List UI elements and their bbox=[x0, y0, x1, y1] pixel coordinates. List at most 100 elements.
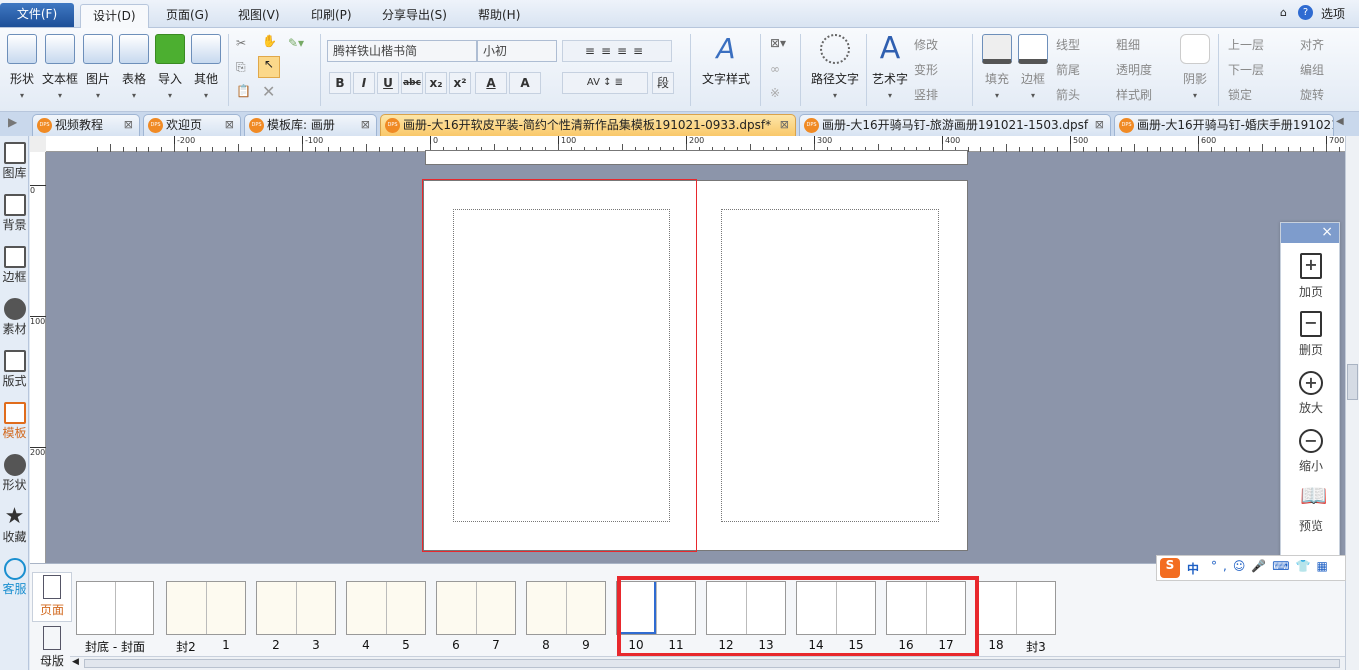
transform-button[interactable]: 变形 bbox=[914, 61, 938, 78]
vertical-ruler[interactable]: 0 100 200 bbox=[30, 152, 46, 563]
underline-button[interactable]: U bbox=[377, 72, 399, 94]
sidebar-item-customer-service[interactable]: 客服 bbox=[0, 558, 29, 597]
sidebar-item-background[interactable]: 背景 bbox=[0, 194, 29, 233]
modify-button[interactable]: 修改 bbox=[914, 36, 938, 53]
select-tool-icon[interactable]: ↖ bbox=[258, 56, 280, 78]
close-icon[interactable]: ⊠ bbox=[225, 115, 234, 135]
tab-active-document[interactable]: DPS 画册-大16开软皮平装-简约个性清新作品集模板191021-0933.dp… bbox=[380, 114, 796, 136]
other-button[interactable]: 其他 ▾ bbox=[190, 34, 222, 100]
canvas[interactable] bbox=[46, 150, 1345, 563]
sidebar-item-border[interactable]: 边框 bbox=[0, 246, 29, 285]
delete-icon[interactable]: ✕ bbox=[262, 82, 275, 101]
menu-share-export[interactable]: 分享导出(S) bbox=[370, 4, 459, 28]
menu-view[interactable]: 视图(V) bbox=[226, 4, 292, 28]
fill-button[interactable]: 填充 ▾ bbox=[980, 34, 1014, 100]
menu-page[interactable]: 页面(G) bbox=[154, 4, 221, 28]
transparency-button[interactable]: 透明度 bbox=[1116, 61, 1152, 78]
paste-icon[interactable]: 📋 bbox=[236, 84, 251, 98]
table-button[interactable]: 表格 ▾ bbox=[118, 34, 150, 100]
send-backward-button[interactable]: 下一层 bbox=[1228, 61, 1264, 78]
panel-close-button[interactable]: × bbox=[1281, 223, 1339, 243]
arrow-head-button[interactable]: 箭头 bbox=[1056, 86, 1080, 103]
thumbnail-spread[interactable] bbox=[346, 581, 426, 635]
cut-icon[interactable]: ✂ bbox=[236, 36, 246, 50]
close-icon[interactable]: ⊠ bbox=[124, 115, 133, 135]
tab-pages[interactable]: 页面 bbox=[32, 572, 72, 622]
thumbnail-spread[interactable] bbox=[526, 581, 606, 635]
arrow-tail-button[interactable]: 箭尾 bbox=[1056, 61, 1080, 78]
options-button[interactable]: 选项 bbox=[1321, 5, 1345, 22]
panel-toggle-icon[interactable]: ▶ bbox=[8, 115, 17, 129]
sidebar-item-favorites[interactable]: ★ 收藏 bbox=[0, 506, 29, 545]
thumbnail-spread[interactable] bbox=[76, 581, 154, 635]
bold-button[interactable]: B bbox=[329, 72, 351, 94]
tab-travel-brochure[interactable]: DPS 画册-大16开骑马钉-旅游画册191021-1503.dpsf ⊠ bbox=[799, 114, 1111, 136]
vertical-scrollbar[interactable] bbox=[1345, 136, 1359, 670]
unlink-icon[interactable]: ※ bbox=[770, 86, 780, 100]
sidebar-item-material[interactable]: 素材 bbox=[0, 298, 29, 337]
spacing-buttons[interactable]: AV ↕ ≣ bbox=[562, 72, 648, 94]
highlight-button[interactable]: A bbox=[509, 72, 541, 94]
image-button[interactable]: 图片 ▾ bbox=[82, 34, 114, 100]
shadow-button[interactable]: 阴影 ▾ bbox=[1178, 34, 1212, 100]
textbox-button[interactable]: 文本框 ▾ bbox=[42, 34, 78, 100]
format-painter-icon[interactable]: ✎▾ bbox=[288, 36, 304, 50]
superscript-button[interactable]: x² bbox=[449, 72, 471, 94]
tab-template-library[interactable]: DPS 模板库: 画册 ⊠ bbox=[244, 114, 377, 136]
italic-button[interactable]: I bbox=[353, 72, 375, 94]
ime-toolbar[interactable]: S 中 °,☺🎤⌨👕▦ bbox=[1156, 555, 1346, 581]
scroll-thumb[interactable] bbox=[84, 659, 1340, 668]
delete-page-button[interactable]: − 删页 bbox=[1281, 311, 1341, 358]
horizontal-scrollbar[interactable]: ◀ bbox=[70, 656, 1345, 670]
font-size-select[interactable]: 小初 bbox=[477, 40, 557, 62]
line-weight-button[interactable]: 粗细 bbox=[1116, 36, 1140, 53]
sidebar-item-shape[interactable]: 形状 bbox=[0, 454, 29, 493]
subscript-button[interactable]: x₂ bbox=[425, 72, 447, 94]
font-family-select[interactable]: 腾祥铁山楷书简 bbox=[327, 40, 477, 62]
tab-welcome[interactable]: DPS 欢迎页 ⊠ bbox=[143, 114, 241, 136]
zoom-out-button[interactable]: − 缩小 bbox=[1281, 429, 1341, 474]
art-text-button[interactable]: A 艺术字 ▾ bbox=[870, 34, 910, 101]
tab-scroll-icon[interactable]: ◀ bbox=[1336, 116, 1344, 127]
zoom-in-button[interactable]: + 放大 bbox=[1281, 371, 1341, 416]
tab-master[interactable]: 母版 bbox=[32, 624, 72, 669]
bring-forward-button[interactable]: 上一层 bbox=[1228, 36, 1264, 53]
menu-help[interactable]: 帮助(H) bbox=[466, 4, 532, 28]
menu-file[interactable]: 文件(F) bbox=[0, 3, 74, 27]
border-button[interactable]: 边框 ▾ bbox=[1016, 34, 1050, 100]
help-icon[interactable]: ? bbox=[1298, 5, 1313, 20]
tab-video-tutorial[interactable]: DPS 视频教程 ⊠ bbox=[32, 114, 140, 136]
thumbnail-spread[interactable] bbox=[256, 581, 336, 635]
link-frame-icon[interactable]: ⊠▾ bbox=[770, 36, 786, 50]
page-spread[interactable] bbox=[422, 179, 968, 552]
copy-icon[interactable]: ⎘ bbox=[236, 60, 246, 75]
group-button[interactable]: 编组 bbox=[1300, 61, 1324, 78]
paragraph-button[interactable]: 段 bbox=[652, 72, 674, 94]
link-icon[interactable]: ∞ bbox=[770, 62, 780, 76]
sidebar-item-layout[interactable]: 版式 bbox=[0, 350, 29, 389]
close-icon[interactable]: ⊠ bbox=[1095, 115, 1104, 135]
strikethrough-button[interactable]: abc bbox=[401, 72, 423, 94]
scroll-thumb[interactable] bbox=[1347, 364, 1358, 400]
path-text-button[interactable]: 路径文字 ▾ bbox=[808, 34, 862, 100]
align-buttons[interactable]: ≡≡≡≡ bbox=[562, 40, 672, 62]
thumbnail-spread[interactable] bbox=[166, 581, 246, 635]
lock-button[interactable]: 锁定 bbox=[1228, 86, 1252, 103]
ime-tools-icons[interactable]: °,☺🎤⌨👕▦ bbox=[1211, 559, 1334, 573]
thumbnail-spread[interactable] bbox=[976, 581, 1056, 635]
vertical-text-button[interactable]: 竖排 bbox=[914, 86, 938, 103]
scroll-left-icon[interactable]: ◀ bbox=[72, 657, 79, 667]
preview-button[interactable]: 📖 预览 bbox=[1281, 486, 1341, 534]
import-button[interactable]: 导入 ▾ bbox=[154, 34, 186, 100]
text-style-button[interactable]: A 文字样式 bbox=[700, 34, 752, 87]
align-button[interactable]: 对齐 bbox=[1300, 36, 1324, 53]
hand-tool-icon[interactable]: ✋ bbox=[262, 34, 277, 48]
sidebar-item-gallery[interactable]: 图库 bbox=[0, 142, 29, 181]
collapse-ribbon-icon[interactable]: ⌂ bbox=[1280, 6, 1287, 19]
rotate-button[interactable]: 旋转 bbox=[1300, 86, 1324, 103]
sidebar-item-template[interactable]: 模板 bbox=[0, 402, 29, 441]
menu-print[interactable]: 印刷(P) bbox=[299, 4, 364, 28]
menu-design[interactable]: 设计(D) bbox=[80, 4, 149, 28]
ime-language[interactable]: 中 bbox=[1187, 560, 1199, 577]
close-icon[interactable]: ⊠ bbox=[361, 115, 370, 135]
